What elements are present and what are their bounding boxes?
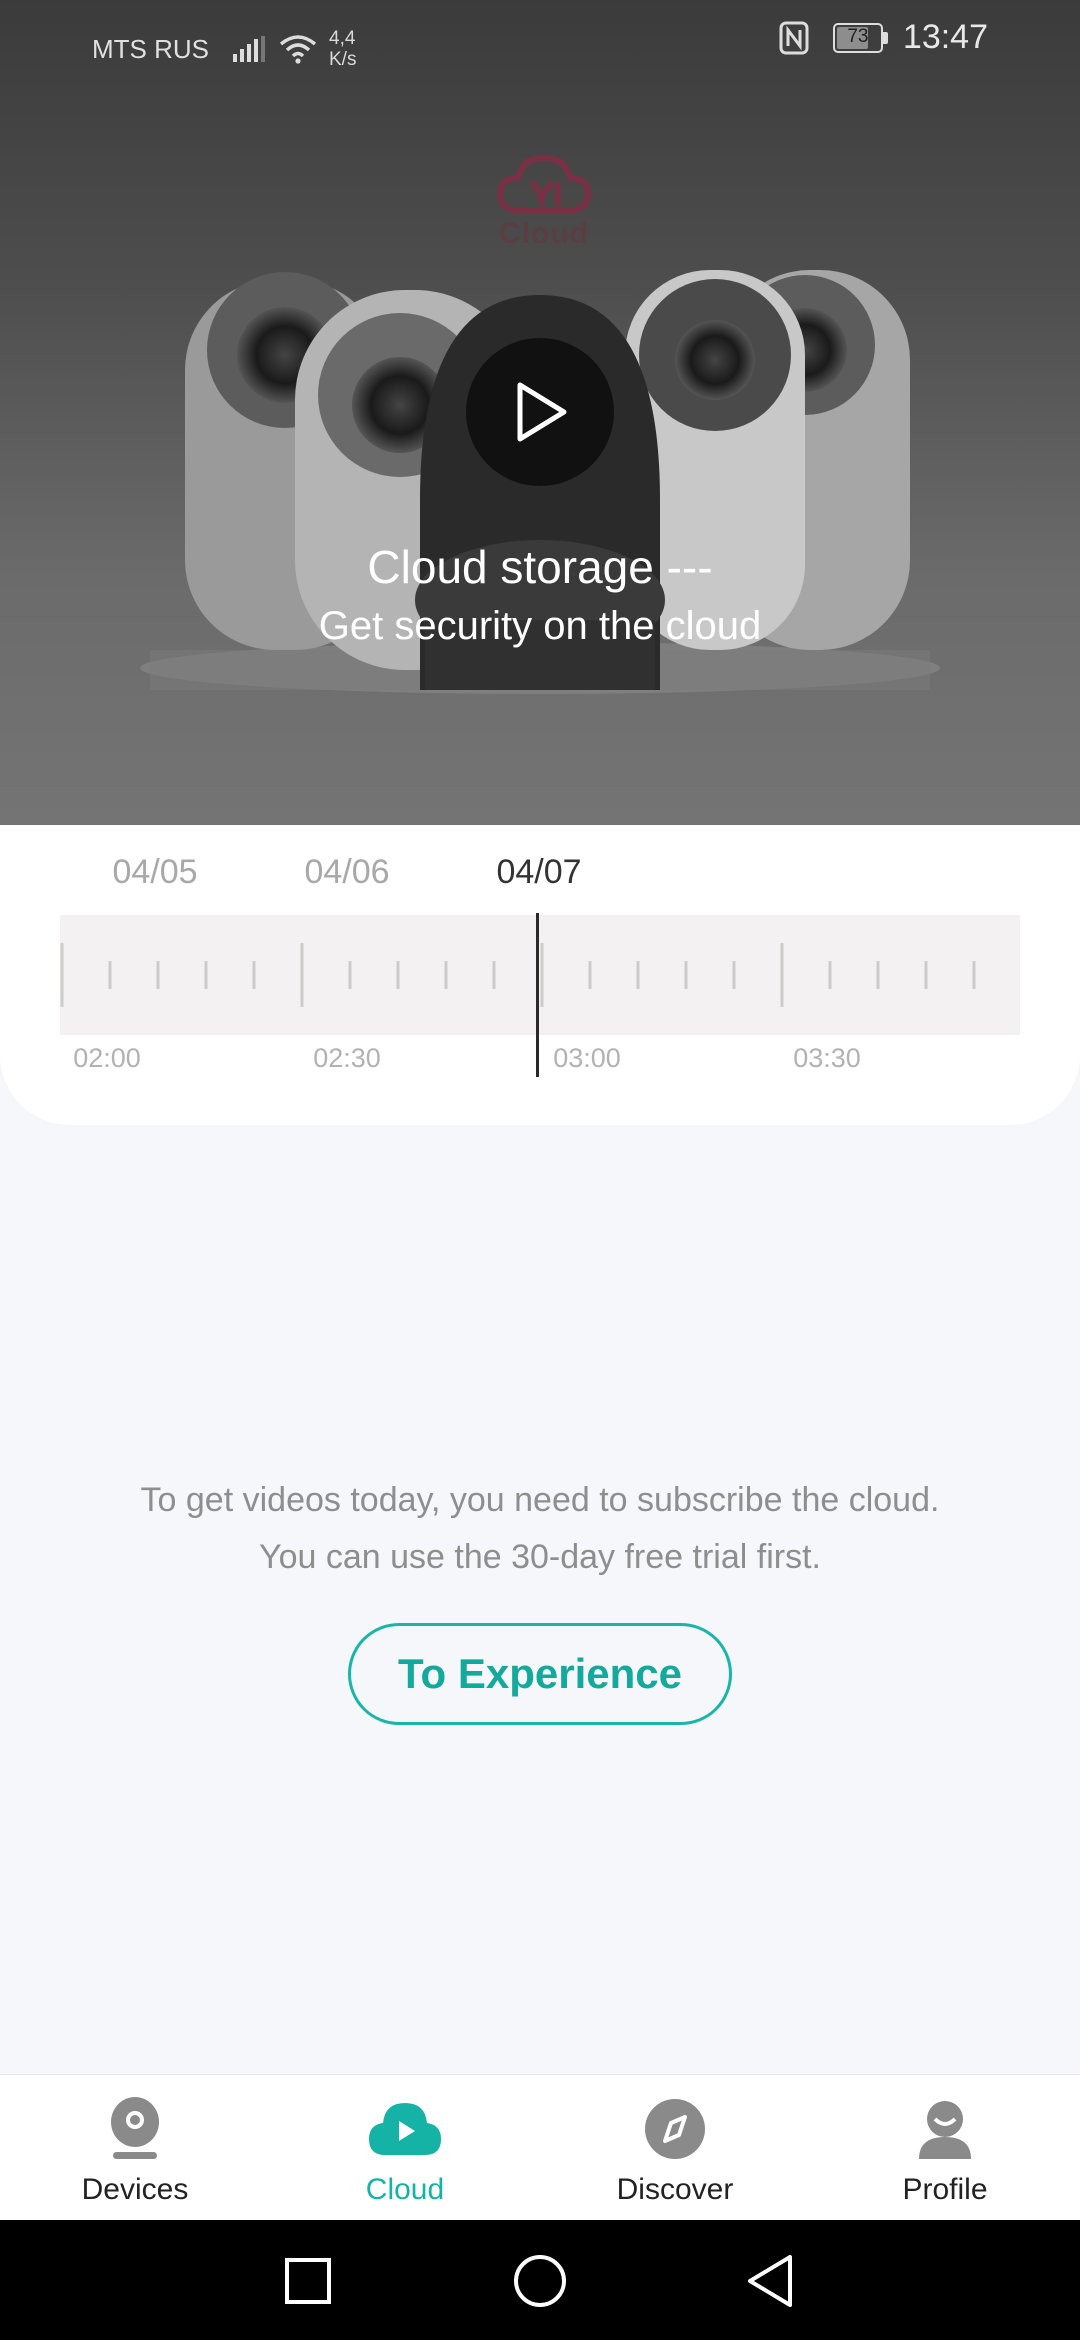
cloud-play-icon: [369, 2103, 441, 2155]
yi-cloud-logo: Cloud: [494, 152, 594, 251]
time-label-0330: 03:30: [793, 1043, 861, 1073]
square-icon: [285, 2258, 331, 2304]
time-label-0200: 02:00: [73, 1043, 141, 1073]
time-label-0300: 03:00: [553, 1043, 621, 1073]
hero-subtitle: Get security on the cloud: [318, 604, 762, 648]
date-tabs: 04/05 04/06 04/07: [0, 853, 1080, 903]
clock: 13:47: [902, 18, 988, 56]
recents-button[interactable]: [273, 2246, 343, 2316]
date-tab-0406[interactable]: 04/06: [282, 853, 412, 892]
wifi-icon: [279, 35, 317, 64]
home-button[interactable]: [505, 2246, 575, 2316]
nav-cloud[interactable]: Cloud: [305, 2093, 505, 2207]
date-tab-0405[interactable]: 04/05: [90, 853, 220, 892]
time-label-0230: 02:30: [313, 1043, 381, 1073]
battery-level: 73: [847, 25, 869, 47]
play-video-button[interactable]: [466, 338, 614, 486]
nav-profile[interactable]: Profile: [845, 2093, 1045, 2207]
system-nav-bar: [0, 2220, 1080, 2340]
timeline-ruler[interactable]: [60, 915, 1020, 1035]
date-tab-0407[interactable]: 04/07: [474, 853, 604, 892]
camera-icon: [111, 2097, 159, 2159]
nav-label-devices: Devices: [81, 2173, 189, 2206]
nav-label-cloud: Cloud: [365, 2173, 445, 2206]
carrier-name: MTS RUS: [92, 33, 209, 64]
nav-label-discover: Discover: [616, 2173, 734, 2206]
nav-label-profile: Profile: [902, 2173, 988, 2206]
nav-devices[interactable]: Devices: [35, 2093, 235, 2207]
status-bar: MTS RUS 4,4 K/s 73 13:47: [0, 0, 1080, 84]
logo-text: Cloud: [499, 217, 589, 250]
message-line-1: To get videos today, you need to subscri…: [140, 1481, 940, 1519]
signal-icon: [233, 36, 265, 62]
back-triangle-icon: [748, 2255, 792, 2307]
subscribe-message: To get videos today, you need to subscri…: [0, 1472, 1080, 1586]
play-icon: [517, 382, 567, 442]
hero-banner: MTS RUS 4,4 K/s 73 13:47 Cloud Cloud sto…: [0, 0, 1080, 825]
bottom-nav: Devices Cloud Discover Profile: [0, 2074, 1080, 2220]
timeline-ticks: [60, 943, 976, 1007]
message-line-2: You can use the 30-day free trial first.: [259, 1538, 821, 1576]
to-experience-button[interactable]: To Experience: [348, 1623, 732, 1725]
back-button[interactable]: [735, 2246, 805, 2316]
circle-icon: [514, 2255, 566, 2307]
compass-icon: [645, 2099, 705, 2159]
battery-icon: 73: [832, 22, 889, 53]
nav-discover[interactable]: Discover: [575, 2093, 775, 2207]
hero-title: Cloud storage ---: [367, 541, 713, 593]
cloud-logo-icon: [496, 154, 592, 213]
nfc-icon: [779, 21, 809, 54]
person-icon: [919, 2101, 971, 2159]
network-speed: 4,4 K/s: [329, 28, 357, 70]
timeline-card: 04/05 04/06 04/07 02:00 02:30 03:00 03:3…: [0, 825, 1080, 1125]
